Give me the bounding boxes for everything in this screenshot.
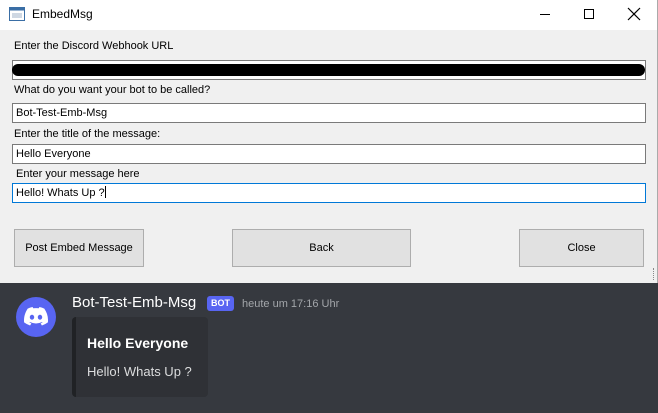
msgtitle-input[interactable]: Hello Everyone [12,144,646,164]
post-embed-button-label: Post Embed Message [25,242,133,254]
resize-grip[interactable] [653,268,656,280]
embed-description: Hello! Whats Up ? [87,364,192,379]
close-button-label: Close [567,242,596,254]
embed-card: Hello Everyone Hello! Whats Up ? [72,317,208,397]
back-button-label: Back [309,242,334,254]
embedmsg-window: EmbedMsg Enter the Discord Webhook URL W… [0,0,658,283]
message-label: Enter your message here [16,168,140,180]
window-close-button[interactable] [611,0,657,30]
discord-logo-icon [24,307,48,326]
embed-title: Hello Everyone [87,335,189,351]
message-input[interactable]: Hello! Whats Up ? [12,183,646,203]
text-caret [104,186,106,198]
msgtitle-label: Enter the title of the message: [14,128,161,140]
close-button[interactable]: Close [519,229,644,267]
discord-message: Bot-Test-Emb-Msg BOT heute um 17:16 Uhr … [0,283,658,413]
title-bar[interactable]: EmbedMsg [0,0,657,30]
post-embed-button[interactable]: Post Embed Message [14,229,144,267]
bot-badge: BOT [207,296,234,311]
minimize-button[interactable] [522,0,568,30]
avatar[interactable] [16,297,56,337]
back-button[interactable]: Back [232,229,411,267]
app-icon [9,7,25,21]
maximize-button[interactable] [566,0,612,30]
webhook-label: Enter the Discord Webhook URL [14,40,174,52]
maximize-icon [584,9,594,19]
botname-label: What do you want your bot to be called? [14,84,211,96]
redaction-bar [12,64,645,76]
message-input-text: Hello! Whats Up ? [16,187,105,199]
bot-username[interactable]: Bot-Test-Emb-Msg [72,294,196,311]
message-timestamp[interactable]: heute um 17:16 Uhr [242,298,339,310]
close-icon [627,7,641,21]
minimize-icon [540,14,550,15]
botname-input[interactable]: Bot-Test-Emb-Msg [12,103,646,123]
window-title: EmbedMsg [32,7,93,21]
